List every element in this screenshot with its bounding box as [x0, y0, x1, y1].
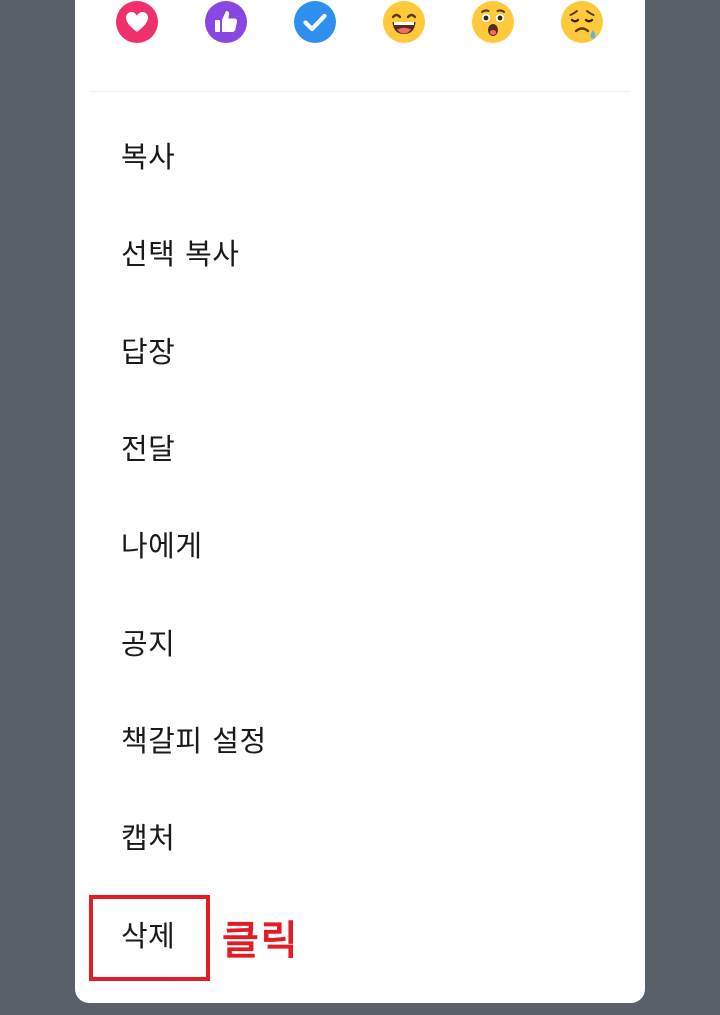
menu-item-to-me[interactable]: 나에게 [75, 495, 645, 592]
heart-icon [116, 1, 158, 43]
menu-item-notice[interactable]: 공지 [75, 593, 645, 690]
menu-item-label: 캡처 [121, 820, 176, 855]
highlight-box [89, 895, 210, 981]
menu-item-forward[interactable]: 전달 [75, 398, 645, 495]
menu-item-label: 복사 [121, 139, 176, 174]
check-icon [294, 1, 336, 43]
reaction-divider [90, 91, 630, 92]
reaction-laugh-button[interactable] [382, 0, 426, 44]
menu-item-label: 선택 복사 [121, 236, 240, 271]
reaction-surprised-button[interactable] [471, 0, 515, 44]
reaction-heart-button[interactable] [115, 0, 159, 44]
click-annotation: 클릭 [222, 918, 300, 964]
menu-item-copy[interactable]: 복사 [75, 106, 645, 203]
menu-item-select-copy[interactable]: 선택 복사 [75, 203, 645, 300]
laughing-face-icon [383, 1, 425, 43]
menu-item-capture[interactable]: 캡처 [75, 787, 645, 884]
menu-item-label: 답장 [121, 334, 176, 369]
surprised-face-icon [472, 1, 514, 43]
menu-item-label: 나에게 [121, 528, 203, 563]
reaction-check-button[interactable] [293, 0, 337, 44]
context-menu-sheet: 복사 선택 복사 답장 전달 나에게 공지 책갈피 설정 캡처 삭제 [75, 0, 645, 1003]
thumbs-up-icon [205, 1, 247, 43]
menu-item-label: 책갈피 설정 [121, 723, 267, 758]
reaction-sad-button[interactable] [560, 0, 604, 44]
reaction-like-button[interactable] [204, 0, 248, 44]
menu-item-label: 전달 [121, 431, 176, 466]
menu-item-bookmark[interactable]: 책갈피 설정 [75, 690, 645, 787]
reaction-bar [75, 0, 645, 72]
sad-face-icon [561, 1, 603, 43]
menu-item-reply[interactable]: 답장 [75, 301, 645, 398]
menu-item-label: 공지 [121, 626, 176, 661]
